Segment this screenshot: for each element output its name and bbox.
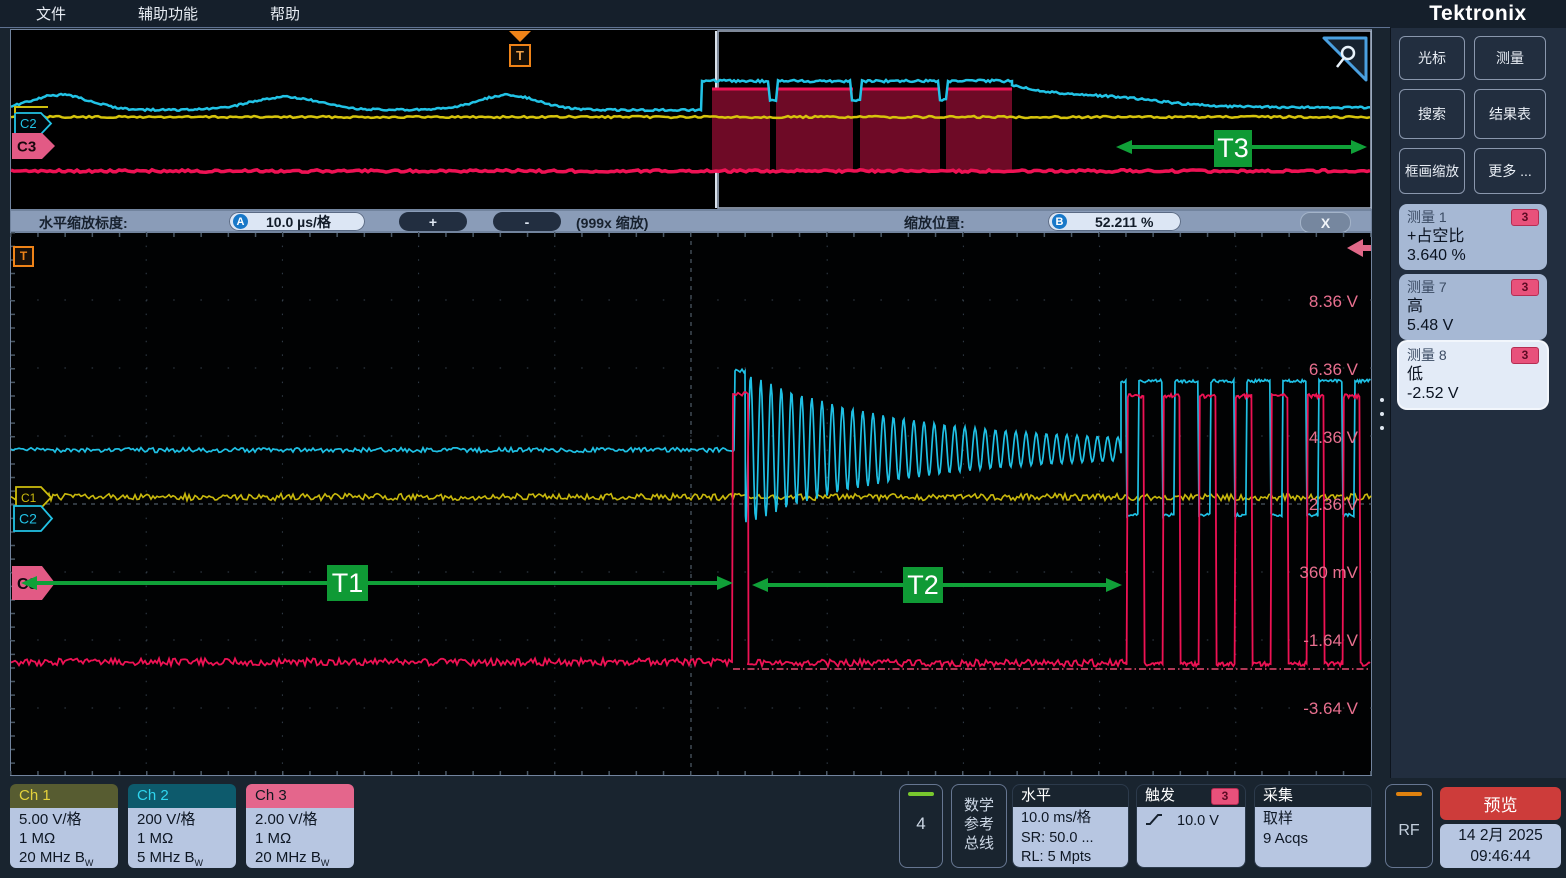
tektronix-logo: Tektronix <box>1390 0 1566 28</box>
sidebar: 光标 测量 搜索 结果表 框画缩放 更多 ... 测量 1 3 +占空比 3.6… <box>1390 28 1566 778</box>
measurement-value: 3.640 % <box>1407 246 1539 265</box>
channel-2-label: Ch 2 <box>128 784 236 808</box>
cursors-button[interactable]: 光标 <box>1399 36 1465 80</box>
channel-4-badge[interactable]: 4 <box>899 784 943 868</box>
oscilloscope-app: 文件 辅助功能 帮助 Tektronix 水平缩放标度: A 10.0 µs/格… <box>0 0 1566 878</box>
voltage-label: 8.36 V <box>1280 292 1358 312</box>
measurement-title: 测量 8 <box>1407 345 1447 365</box>
voltage-label: -1.64 V <box>1280 631 1358 651</box>
time-annotation-t2: T2 <box>903 567 943 603</box>
zoom-in-button[interactable]: + <box>399 212 467 231</box>
rf-badge[interactable]: RF <box>1385 784 1433 868</box>
bottom-bar: Ch 1 5.00 V/格 1 MΩ 20 MHz BW Ch 2 200 V/… <box>0 778 1566 878</box>
knob-b-icon: B <box>1052 214 1067 229</box>
trigger-badge[interactable]: 触发 3 10.0 V <box>1136 784 1246 868</box>
horizontal-title: 水平 <box>1013 785 1128 807</box>
more-button[interactable]: 更多 ... <box>1474 148 1546 194</box>
trigger-level: 10.0 V <box>1177 812 1219 832</box>
trigger-title: 触发 <box>1145 785 1175 807</box>
channel-3-badge[interactable]: Ch 3 2.00 V/格 1 MΩ 20 MHz BW <box>246 784 354 868</box>
measurement-title: 测量 1 <box>1407 207 1447 227</box>
voltage-label: 2.36 V <box>1280 495 1358 515</box>
record-length: RL: 5 Mpts <box>1021 848 1128 868</box>
channel-1-impedance: 1 MΩ <box>19 829 118 848</box>
zoom-scale-label: 水平缩放标度: <box>39 213 128 233</box>
zoom-scale-bar: 水平缩放标度: A 10.0 µs/格 + - (999x 缩放) 缩放位置: … <box>10 210 1372 232</box>
time: 09:46:44 <box>1440 846 1561 867</box>
channel-3-bandwidth: 20 MHz BW <box>255 848 354 868</box>
box-zoom-button[interactable]: 框画缩放 <box>1399 148 1465 194</box>
channel-1-bandwidth: 20 MHz BW <box>19 848 118 868</box>
horizontal-badge[interactable]: 水平 10.0 ms/格 SR: 50.0 ... RL: 5 Mpts <box>1012 784 1129 868</box>
zoom-out-button[interactable]: - <box>493 212 561 231</box>
knob-a-icon: A <box>233 214 248 229</box>
measurement-name: 高 <box>1407 297 1539 316</box>
measurement-title: 测量 7 <box>1407 277 1447 297</box>
rf-color-bar <box>1396 792 1422 796</box>
channel-2-scale: 200 V/格 <box>137 810 236 829</box>
source-channel-chip: 3 <box>1511 209 1539 226</box>
main-trigger-marker[interactable]: T <box>13 246 34 267</box>
zoom-position-label: 缩放位置: <box>904 213 965 233</box>
menu-help[interactable]: 帮助 <box>270 3 300 24</box>
overview-trigger-position-icon[interactable] <box>509 31 531 42</box>
voltage-label: 4.36 V <box>1280 428 1358 448</box>
acquisition-title: 采集 <box>1255 785 1371 807</box>
acquisition-badge[interactable]: 采集 取样 9 Acqs <box>1254 784 1372 868</box>
channel-3-label: Ch 3 <box>246 784 354 808</box>
channel-2-impedance: 1 MΩ <box>137 829 236 848</box>
channel-3-scale: 2.00 V/格 <box>255 810 354 829</box>
acquisition-count: 9 Acqs <box>1263 829 1371 849</box>
measurement-name: 低 <box>1407 365 1539 384</box>
source-channel-chip: 3 <box>1511 347 1539 364</box>
channel-3-impedance: 1 MΩ <box>255 829 354 848</box>
measurement-value: 5.48 V <box>1407 316 1539 335</box>
menu-utility[interactable]: 辅助功能 <box>138 3 198 24</box>
source-channel-chip: 3 <box>1511 279 1539 296</box>
menu-file[interactable]: 文件 <box>36 3 66 24</box>
waveform-overview[interactable] <box>10 29 1372 210</box>
channel-1-scale: 5.00 V/格 <box>19 810 118 829</box>
math-ref-bus-button[interactable]: 数学 参考 总线 <box>951 784 1007 868</box>
measurement-value: -2.52 V <box>1407 384 1539 403</box>
zoom-scale-value: 10.0 µs/格 <box>266 212 331 232</box>
results-table-button[interactable]: 结果表 <box>1474 89 1546 139</box>
zoom-scale-value-pill[interactable]: A 10.0 µs/格 <box>229 212 365 231</box>
channel-2-badge[interactable]: Ch 2 200 V/格 1 MΩ 5 MHz BW <box>128 784 236 868</box>
voltage-label: 6.36 V <box>1280 360 1358 380</box>
voltage-label: 360 mV <box>1280 563 1358 583</box>
channel-2-bandwidth: 5 MHz BW <box>137 848 236 868</box>
measurement-name: +占空比 <box>1407 227 1539 246</box>
measurement-badge-8[interactable]: 测量 8 3 低 -2.52 V <box>1399 342 1547 408</box>
datetime-display: 14 2月 2025 09:46:44 <box>1440 824 1561 868</box>
channel-4-label: 4 <box>900 814 942 834</box>
channel-1-badge[interactable]: Ch 1 5.00 V/格 1 MΩ 20 MHz BW <box>10 784 118 868</box>
time-annotation-t3: T3 <box>1214 130 1252 167</box>
panel-drag-handle[interactable] <box>1378 398 1386 430</box>
zoom-position-value: 52.211 % <box>1095 214 1153 230</box>
search-button[interactable]: 搜索 <box>1399 89 1465 139</box>
measure-button[interactable]: 测量 <box>1474 36 1546 80</box>
measurement-badge-7[interactable]: 测量 7 3 高 5.48 V <box>1399 274 1547 340</box>
overview-trigger-marker[interactable]: T <box>509 44 531 67</box>
zoom-factor-label: (999x 缩放) <box>576 213 648 233</box>
trigger-source-chip: 3 <box>1211 788 1239 805</box>
rf-label: RF <box>1386 822 1432 840</box>
sample-rate: SR: 50.0 ... <box>1021 829 1128 849</box>
date: 14 2月 2025 <box>1440 825 1561 846</box>
zoom-position-pill[interactable]: B 52.211 % <box>1048 212 1181 231</box>
time-annotation-t1: T1 <box>327 565 368 601</box>
menu-bar: 文件 辅助功能 帮助 <box>0 0 1390 28</box>
zoom-close-button[interactable]: X <box>1300 212 1351 233</box>
main-graticule[interactable] <box>10 232 1372 776</box>
measurement-badge-1[interactable]: 测量 1 3 +占空比 3.640 % <box>1399 204 1547 270</box>
channel-4-color-bar <box>908 792 934 796</box>
preview-button[interactable]: 预览 <box>1440 787 1561 820</box>
voltage-label: -3.64 V <box>1280 699 1358 719</box>
rising-edge-icon <box>1145 812 1163 826</box>
horizontal-scale: 10.0 ms/格 <box>1021 809 1128 829</box>
channel-1-label: Ch 1 <box>10 784 118 808</box>
acquisition-mode: 取样 <box>1263 809 1371 829</box>
